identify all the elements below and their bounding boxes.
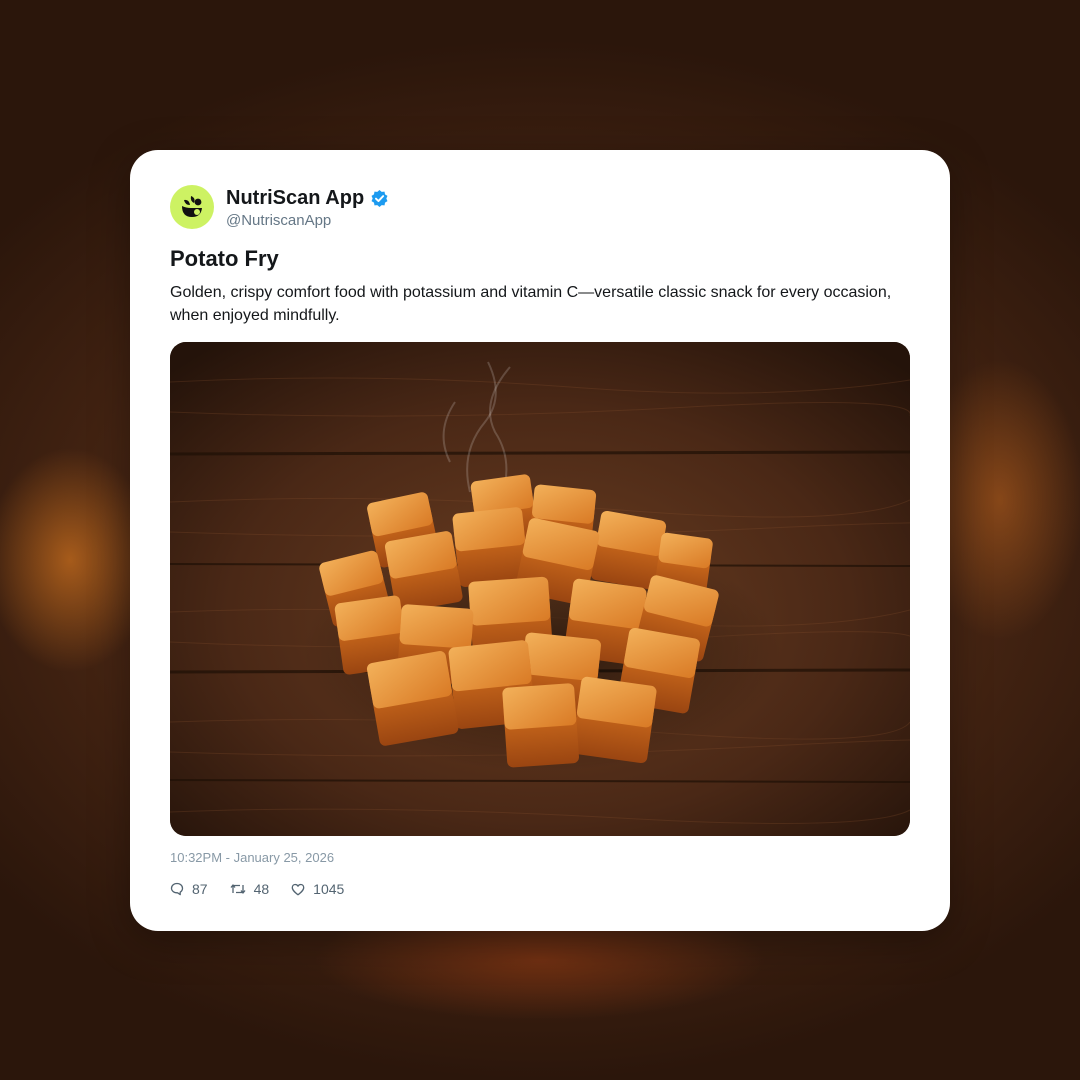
engagement-bar: 87 48 1045 xyxy=(170,881,366,897)
account-name[interactable]: NutriScan App xyxy=(226,187,364,210)
repost-count: 48 xyxy=(253,881,270,897)
comment-icon xyxy=(170,882,184,896)
reply-count: 87 xyxy=(192,881,208,897)
repost-icon xyxy=(230,884,246,894)
reply-button[interactable]: 87 xyxy=(170,881,208,897)
post-image[interactable] xyxy=(170,342,910,836)
like-button[interactable]: 1045 xyxy=(291,881,344,897)
post-title: Potato Fry xyxy=(170,246,279,271)
verified-badge-icon xyxy=(370,189,389,208)
account-handle[interactable]: @NutriscanApp xyxy=(226,212,389,229)
like-count: 1045 xyxy=(313,881,345,897)
post-description: Golden, crispy comfort food with potassi… xyxy=(170,284,892,324)
repost-button[interactable]: 48 xyxy=(230,881,270,897)
account-info: NutriScan App @NutriscanApp xyxy=(226,185,389,229)
name-row: NutriScan App xyxy=(226,185,389,211)
heart-icon xyxy=(291,883,305,895)
post-card: NutriScan App @NutriscanApp Potato Fry G… xyxy=(130,150,950,931)
post-header: NutriScan App @NutriscanApp xyxy=(170,185,389,229)
potato-fry-photo xyxy=(170,342,910,836)
post-timestamp: 10:32PM - January 25, 2026 xyxy=(170,850,335,865)
leaf-bowl-logo-icon xyxy=(182,196,202,217)
avatar[interactable] xyxy=(170,185,214,229)
